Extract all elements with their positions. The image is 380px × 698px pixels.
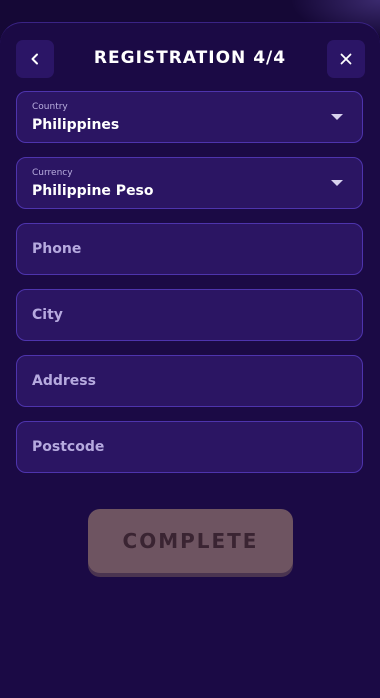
postcode-field[interactable]: Postcode xyxy=(16,421,363,473)
address-field[interactable]: Address xyxy=(16,355,363,407)
close-button[interactable] xyxy=(327,40,365,78)
currency-label: Currency xyxy=(32,168,73,178)
phone-field[interactable]: Phone xyxy=(16,223,363,275)
complete-button[interactable]: COMPLETE xyxy=(88,509,293,573)
dropdown-caret-icon xyxy=(331,114,343,120)
close-icon xyxy=(340,53,352,65)
chevron-left-icon xyxy=(31,53,38,65)
dropdown-caret-icon xyxy=(331,180,343,186)
country-label: Country xyxy=(32,102,68,112)
back-button[interactable] xyxy=(16,40,54,78)
postcode-placeholder: Postcode xyxy=(32,439,105,455)
country-value: Philippines xyxy=(32,117,120,133)
city-field[interactable]: City xyxy=(16,289,363,341)
country-select[interactable]: Country Philippines xyxy=(16,91,363,143)
city-placeholder: City xyxy=(32,307,63,323)
currency-value: Philippine Peso xyxy=(32,183,154,199)
page-title: REGISTRATION 4/4 xyxy=(93,48,287,68)
currency-select[interactable]: Currency Philippine Peso xyxy=(16,157,363,209)
address-placeholder: Address xyxy=(32,373,96,389)
phone-placeholder: Phone xyxy=(32,241,82,257)
